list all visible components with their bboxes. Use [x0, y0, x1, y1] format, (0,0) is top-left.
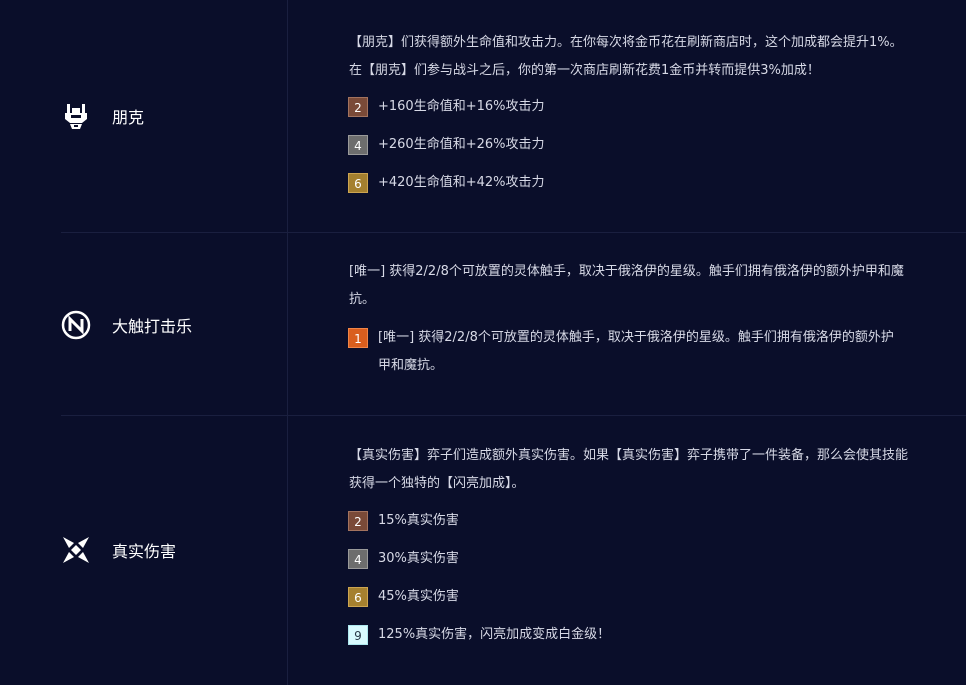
punk-hand-icon [61, 101, 91, 131]
tier-effect: +160生命值和+16%攻击力 [378, 99, 545, 114]
tier-row: 1 [唯一] 获得2/2/8个可放置的灵体触手，取决于俄洛伊的星级。触手们拥有俄… [348, 328, 898, 380]
tier-badge: 1 [348, 328, 368, 348]
tier-effect: +420生命值和+42%攻击力 [378, 175, 545, 190]
trait-name: 大触打击乐 [112, 317, 193, 336]
tier-row: 2 +160生命值和+16%攻击力 [348, 97, 545, 117]
tier-effect: 125%真实伤害，闪亮加成变成白金级！ [378, 627, 611, 642]
trait-cell: 朋克 [61, 101, 287, 131]
tier-effect: [唯一] 获得2/2/8个可放置的灵体触手，取决于俄洛伊的星级。触手们拥有俄洛伊… [378, 330, 894, 373]
tier-badge: 9 [348, 625, 368, 645]
tier-effect: 45%真实伤害 [378, 589, 459, 604]
trait-row-punk: 朋克 【朋克】们获得额外生命值和攻击力。在你每次将金币花在刷新商店时，这个加成都… [61, 0, 966, 233]
tier-effect: 30%真实伤害 [378, 551, 459, 566]
tier-row: 2 15%真实伤害 [348, 511, 459, 531]
trait-row-big-shot: 大触打击乐 [唯一] 获得2/2/8个可放置的灵体触手，取决于俄洛伊的星级。触手… [61, 233, 966, 416]
tier-badge: 4 [348, 549, 368, 569]
trait-name: 真实伤害 [112, 542, 177, 561]
tier-badge: 4 [348, 135, 368, 155]
tier-row: 6 45%真实伤害 [348, 587, 459, 607]
tier-badge: 2 [348, 511, 368, 531]
tier-effect: +260生命值和+26%攻击力 [378, 137, 545, 152]
trait-description: 【真实伤害】弈子们造成额外真实伤害。如果【真实伤害】弈子携带了一件装备，那么会使… [349, 448, 909, 491]
tier-badge: 2 [348, 97, 368, 117]
trait-cell: 大触打击乐 [61, 310, 287, 340]
trait-row-true-damage: 真实伤害 【真实伤害】弈子们造成额外真实伤害。如果【真实伤害】弈子携带了一件装备… [61, 416, 966, 684]
trait-description: [唯一] 获得2/2/8个可放置的灵体触手，取决于俄洛伊的星级。触手们拥有俄洛伊… [349, 264, 904, 307]
tier-row: 6 +420生命值和+42%攻击力 [348, 173, 545, 193]
tier-row: 9 125%真实伤害，闪亮加成变成白金级！ [348, 625, 610, 645]
trait-table: 朋克 【朋克】们获得额外生命值和攻击力。在你每次将金币花在刷新商店时，这个加成都… [61, 0, 966, 685]
tier-row: 4 +260生命值和+26%攻击力 [348, 135, 545, 155]
big-shot-n-icon [61, 310, 91, 340]
tier-badge: 6 [348, 587, 368, 607]
true-damage-x-icon [61, 535, 91, 565]
trait-cell: 真实伤害 [61, 535, 287, 565]
tier-row: 4 30%真实伤害 [348, 549, 459, 569]
tier-effect: 15%真实伤害 [378, 513, 459, 528]
trait-name: 朋克 [112, 108, 145, 127]
trait-description: 【朋克】们获得额外生命值和攻击力。在你每次将金币花在刷新商店时，这个加成都会提升… [349, 35, 903, 78]
tier-badge: 6 [348, 173, 368, 193]
